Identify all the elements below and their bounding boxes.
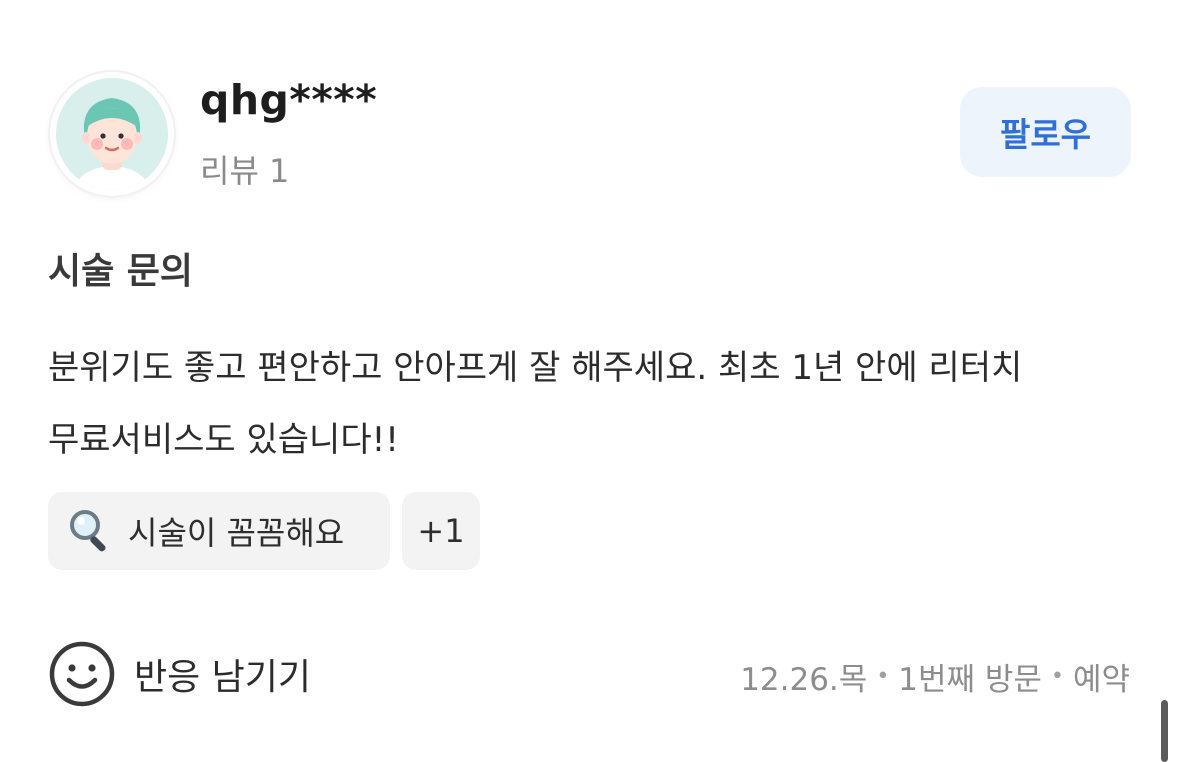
separator-dot: • — [1050, 664, 1064, 689]
avatar-illustration — [56, 78, 168, 190]
visit-count: 1번째 방문 — [898, 662, 1042, 698]
separator-dot: • — [876, 664, 890, 689]
leave-reaction-label: 반응 남기기 — [134, 657, 312, 698]
keyword-chip-label: 시술이 꼼꼼해요 — [128, 514, 345, 552]
visit-type: 예약 — [1072, 662, 1130, 698]
magnifier-icon — [66, 507, 114, 555]
leave-reaction-button[interactable]: 반응 남기기 — [48, 640, 311, 708]
smile-icon — [48, 640, 116, 708]
follow-button[interactable]: 팔로우 — [960, 87, 1131, 177]
keyword-chip[interactable]: 시술이 꼼꼼해요 — [48, 492, 390, 570]
reviewer-review-count: 리뷰 1 — [200, 152, 290, 190]
visit-date: 12.26.목 — [740, 662, 868, 698]
reviewer-username[interactable]: qhg**** — [200, 76, 377, 124]
review-body: 분위기도 좋고 편안하고 안아프게 잘 해주세요. 최초 1년 안에 리터치 무… — [48, 348, 1023, 460]
more-keywords-chip[interactable]: +1 — [402, 492, 480, 570]
scrollbar[interactable] — [1161, 700, 1168, 762]
review-meta: 12.26.목 • 1번째 방문 • 예약 — [740, 654, 1130, 699]
review-title: 시술 문의 — [48, 251, 194, 292]
reviewer-avatar[interactable] — [50, 72, 174, 196]
